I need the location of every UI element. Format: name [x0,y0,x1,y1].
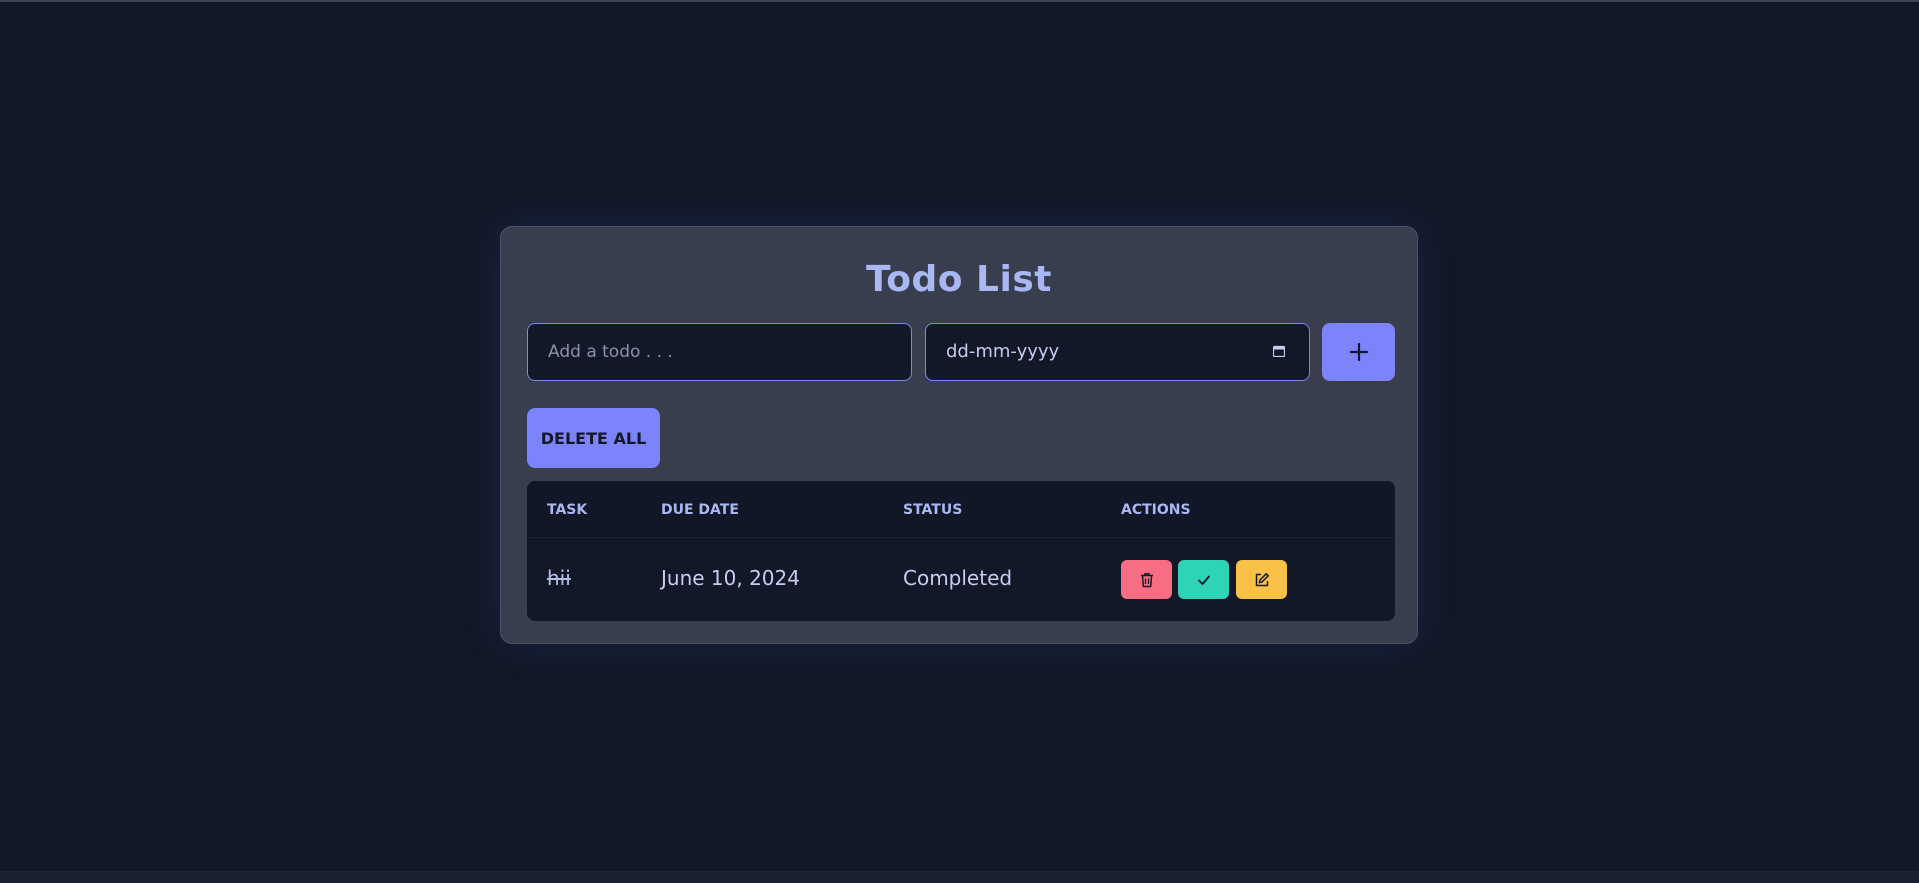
trash-icon [1140,572,1153,587]
due-date-input[interactable]: dd-mm-yyyy [925,323,1310,381]
edit-todo-button[interactable] [1236,560,1287,599]
check-icon [1197,575,1210,585]
delete-all-button[interactable]: DELETE ALL [527,408,660,468]
complete-todo-button[interactable] [1178,560,1229,599]
header-status: STATUS [903,502,963,518]
delete-todo-button[interactable] [1121,560,1172,599]
plus-icon [1349,342,1368,362]
top-border [0,0,1919,2]
todo-input[interactable] [527,323,912,381]
page-title: Todo List [866,259,1052,300]
header-actions: ACTIONS [1121,502,1191,518]
table-header: TASK DUE DATE STATUS ACTIONS [527,481,1395,538]
task-cell: hii [547,566,571,590]
due-date-cell: June 10, 2024 [661,566,800,590]
calendar-icon[interactable] [1273,345,1285,357]
header-task: TASK [547,502,588,518]
edit-icon [1255,572,1269,586]
todo-table: TASK DUE DATE STATUS ACTIONS hii June 10… [527,481,1395,621]
add-todo-button[interactable] [1322,323,1395,381]
status-cell: Completed [903,566,1013,590]
header-due-date: DUE DATE [661,502,739,518]
due-date-placeholder: dd-mm-yyyy [946,341,1060,362]
todo-card: Todo List dd-mm-yyyy DELETE ALL TASK DUE… [500,226,1418,644]
taskbar-strip [0,871,1919,883]
